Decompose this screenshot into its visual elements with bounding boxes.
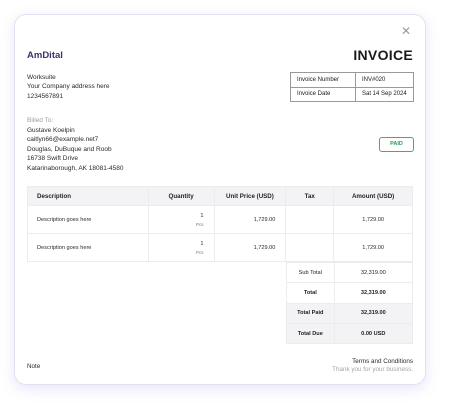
total-due-row: Total Due 0.00 USD: [286, 322, 414, 345]
item-description: Description goes here: [27, 233, 149, 262]
item-description: Description goes here: [27, 205, 149, 234]
invoice-date-label: Invoice Date: [290, 86, 356, 102]
item-unit-price: 1,729.00: [213, 233, 287, 262]
company-address: Your Company address here: [27, 83, 110, 91]
quantity-unit: Pcs: [196, 249, 204, 255]
client-street: 16738 Swift Drive: [27, 155, 78, 163]
total-paid-label: Total Paid: [286, 302, 335, 324]
sub-total-value: 32,319.00: [333, 261, 414, 284]
header-amount: Amount (USD): [333, 186, 413, 206]
billed-to: Billed To: Gustave Koelpin caitlyn66@exa…: [27, 116, 124, 174]
invoice-number-value: INV#020: [355, 72, 414, 88]
item-quantity: 1 Pcs: [147, 205, 215, 234]
client-name: Gustave Koelpin: [27, 126, 75, 134]
quantity-value: 1: [200, 240, 204, 247]
total-label: Total: [286, 282, 335, 304]
billed-to-label: Billed To:: [27, 117, 54, 124]
table-row: Description goes here 1 Pcs 1,729.00 1,7…: [27, 233, 413, 262]
status-badge: PAID: [379, 137, 414, 152]
terms-block: Terms and Conditions Thank you for your …: [332, 358, 413, 374]
invoice-card: ✕ AmDital INVOICE Worksuite Your Company…: [14, 14, 426, 385]
brand-prefix: Am: [27, 50, 43, 61]
brand-name: Dital: [42, 50, 63, 61]
total-row: Total 32,319.00: [286, 282, 414, 304]
total-paid-row: Total Paid 32,319.00: [286, 302, 414, 324]
client-city: Katarinaborough, AK 18081-4580: [27, 164, 124, 172]
terms-text: Thank you for your business.: [332, 366, 413, 373]
item-quantity: 1 Pcs: [147, 233, 215, 262]
client-email: caitlyn66@example.net7: [27, 136, 99, 144]
item-amount: 1,729.00: [333, 205, 413, 234]
item-tax: [285, 205, 335, 234]
header-unit-price: Unit Price (USD): [213, 186, 287, 206]
header-quantity: Quantity: [147, 186, 215, 206]
company-info: Worksuite Your Company address here 1234…: [27, 73, 110, 101]
total-value: 32,319.00: [333, 282, 414, 304]
quantity-unit: Pcs: [196, 221, 204, 227]
sub-total-row: Sub Total 32,319.00: [286, 261, 414, 284]
items-table: Description Quantity Unit Price (USD) Ta…: [27, 186, 413, 262]
terms-title: Terms and Conditions: [352, 358, 413, 365]
quantity-value: 1: [200, 212, 204, 219]
totals-table: Sub Total 32,319.00 Total 32,319.00 Tota…: [286, 261, 414, 345]
total-due-value: 0.00 USD: [333, 322, 414, 345]
brand-logo: AmDital: [27, 50, 63, 61]
close-icon[interactable]: ✕: [401, 24, 411, 38]
item-tax: [285, 233, 335, 262]
sub-total-label: Sub Total: [286, 261, 335, 284]
item-amount: 1,729.00: [333, 233, 413, 262]
invoice-meta-table: Invoice Number INV#020 Invoice Date Sat …: [290, 72, 414, 102]
client-company: Douglas, DuBuque and Roob: [27, 145, 112, 153]
company-name: Worksuite: [27, 74, 56, 81]
table-row: Description goes here 1 Pcs 1,729.00 1,7…: [27, 205, 413, 234]
header-tax: Tax: [285, 186, 335, 206]
invoice-title: INVOICE: [353, 47, 413, 63]
header-description: Description: [27, 186, 149, 206]
company-phone: 1234567891: [27, 92, 64, 100]
total-due-label: Total Due: [286, 322, 335, 345]
item-unit-price: 1,729.00: [213, 205, 287, 234]
note-label: Note: [27, 363, 41, 370]
invoice-number-label: Invoice Number: [290, 72, 356, 88]
invoice-date-value: Sat 14 Sep 2024: [355, 86, 414, 102]
total-paid-value: 32,319.00: [333, 302, 414, 324]
